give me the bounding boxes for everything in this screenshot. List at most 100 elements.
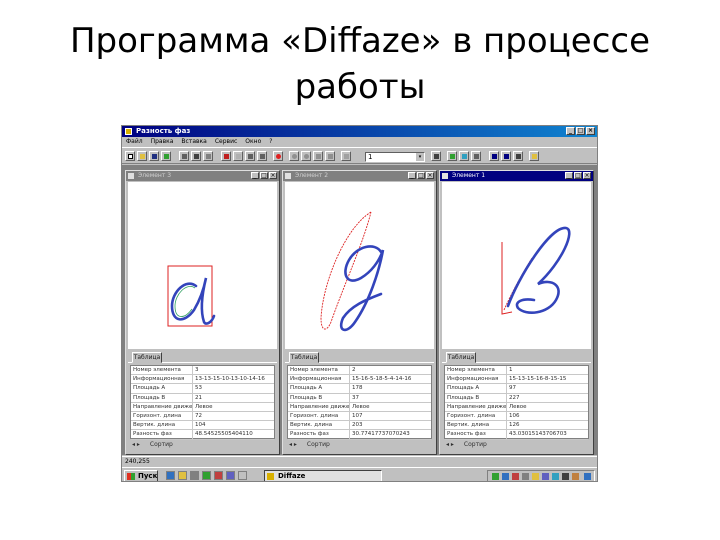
quicklaunch-app-icon[interactable]: [214, 471, 223, 480]
table-row[interactable]: Направление движенияЛевое: [288, 402, 431, 412]
calc-button[interactable]: [431, 151, 441, 161]
undo-button[interactable]: [245, 151, 255, 161]
table-row[interactable]: Номер элемента 1: [445, 366, 588, 376]
letter-canvas-g[interactable]: [285, 182, 434, 349]
tile-button[interactable]: [489, 151, 499, 161]
table-row[interactable]: Разность фаз 30.77417737070243: [288, 430, 431, 440]
navigator-label[interactable]: Сортир: [150, 441, 173, 448]
erase-button[interactable]: [221, 151, 231, 161]
analyze-button[interactable]: [447, 151, 457, 161]
minimize-button[interactable]: _: [566, 127, 575, 135]
tray-icon[interactable]: [552, 473, 559, 480]
close-button[interactable]: ×: [586, 127, 595, 135]
letter-canvas-a[interactable]: [128, 182, 277, 349]
start-button[interactable]: Пуск: [124, 470, 158, 481]
table-row[interactable]: Разность фаз 43.03015143706703: [445, 430, 588, 440]
save-button[interactable]: [149, 151, 159, 161]
table-row[interactable]: Номер элемента 2: [288, 366, 431, 376]
element-window-3-titlebar[interactable]: Элемент 3 _ □ ×: [126, 171, 279, 181]
close-button[interactable]: ×: [269, 172, 277, 179]
table-row[interactable]: Информационная 13-13-15-10-13-10-14-16: [131, 375, 274, 385]
table-row[interactable]: Площадь A 178: [288, 384, 431, 394]
import-button[interactable]: [161, 151, 171, 161]
tray-icon[interactable]: [512, 473, 519, 480]
menu-tools[interactable]: Сервис: [211, 137, 241, 147]
table-row[interactable]: Информационная 15-16-5-18-5-4-14-16: [288, 375, 431, 385]
minimize-button[interactable]: _: [408, 172, 416, 179]
tray-icon[interactable]: [492, 473, 499, 480]
navigator-label[interactable]: Сортир: [307, 441, 330, 448]
zoom-fit-button[interactable]: [313, 151, 323, 161]
menu-window[interactable]: Окно: [241, 137, 265, 147]
quicklaunch-app-icon[interactable]: [202, 471, 211, 480]
table-row[interactable]: Разность фаз 48.54525505404110: [131, 430, 274, 440]
new-file-button[interactable]: [125, 151, 135, 161]
quicklaunch-app-icon[interactable]: [238, 471, 247, 480]
nav-arrows-icon[interactable]: ◂ ▸: [130, 440, 148, 450]
text-button[interactable]: [513, 151, 523, 161]
browser-icon[interactable]: [166, 471, 175, 480]
menu-help[interactable]: ?: [265, 137, 276, 147]
table-row[interactable]: Направление движенияЛевое: [445, 402, 588, 412]
export-button[interactable]: [459, 151, 469, 161]
table-row[interactable]: Направление движенияЛевое: [131, 402, 274, 412]
maximize-button[interactable]: □: [574, 172, 582, 179]
tab-table[interactable]: Таблица: [289, 352, 319, 363]
quicklaunch-app-icon[interactable]: [226, 471, 235, 480]
table-row[interactable]: Площадь A 97: [445, 384, 588, 394]
element-window-2[interactable]: Элемент 2 _ □ × Таблица Номер элемента 2 …: [282, 170, 437, 455]
tab-table[interactable]: Таблица: [132, 352, 162, 363]
table-row[interactable]: Горизонт. длина 72: [131, 411, 274, 422]
scan-button[interactable]: [179, 151, 189, 161]
help-button[interactable]: [529, 151, 539, 161]
redo-button[interactable]: [257, 151, 267, 161]
nav-arrows-icon[interactable]: ◂ ▸: [287, 440, 305, 450]
tray-icon[interactable]: [562, 473, 569, 480]
element-select[interactable]: 1 ▾: [365, 152, 425, 162]
table-row[interactable]: Вертик. длина 126: [445, 421, 588, 431]
table-row[interactable]: Площадь B 227: [445, 393, 588, 403]
zoom-in-button[interactable]: [289, 151, 299, 161]
cascade-button[interactable]: [501, 151, 511, 161]
element-window-2-titlebar[interactable]: Элемент 2 _ □ ×: [283, 171, 436, 181]
close-button[interactable]: ×: [583, 172, 591, 179]
print-button[interactable]: [191, 151, 201, 161]
table-row[interactable]: Номер элемента 3: [131, 366, 274, 376]
open-file-button[interactable]: [137, 151, 147, 161]
element-window-3[interactable]: Элемент 3 _ □ × Таблица Номер элемента3: [125, 170, 280, 455]
tray-icon[interactable]: [584, 473, 591, 480]
minimize-button[interactable]: _: [565, 172, 573, 179]
maximize-button[interactable]: □: [576, 127, 585, 135]
table-row[interactable]: Площадь B 21: [131, 393, 274, 403]
table-row[interactable]: Площадь A 53: [131, 384, 274, 394]
table-row[interactable]: Горизонт. длина 106: [445, 411, 588, 422]
minimize-button[interactable]: _: [251, 172, 259, 179]
element-window-1[interactable]: Элемент 1 _ □ × Таблица Номер элемента1: [439, 170, 594, 455]
navigator-label[interactable]: Сортир: [464, 441, 487, 448]
letter-canvas-v[interactable]: [442, 182, 591, 349]
table-row[interactable]: Информационная 15-13-15-16-8-15-15: [445, 375, 588, 385]
folder-icon[interactable]: [178, 471, 187, 480]
close-button[interactable]: ×: [426, 172, 434, 179]
zoom-window-button[interactable]: [325, 151, 335, 161]
tab-table[interactable]: Таблица: [446, 352, 476, 363]
table-row[interactable]: Вертик. длина 203: [288, 421, 431, 431]
zoom-out-button[interactable]: [301, 151, 311, 161]
tray-icon[interactable]: [532, 473, 539, 480]
stop-button[interactable]: [273, 151, 283, 161]
desktop-icon[interactable]: [190, 471, 199, 480]
menu-file[interactable]: Файл: [122, 137, 147, 147]
preview-button[interactable]: [203, 151, 213, 161]
tray-icon[interactable]: [502, 473, 509, 480]
table-row[interactable]: Площадь B 37: [288, 393, 431, 403]
table-row[interactable]: Горизонт. длина 107: [288, 411, 431, 422]
maximize-button[interactable]: □: [260, 172, 268, 179]
select-button[interactable]: [233, 151, 243, 161]
tray-icon[interactable]: [522, 473, 529, 480]
nav-arrows-icon[interactable]: ◂ ▸: [444, 440, 462, 450]
taskbar-diffaze-button[interactable]: Diffaze: [264, 470, 382, 481]
maximize-button[interactable]: □: [417, 172, 425, 179]
menu-edit[interactable]: Правка: [147, 137, 178, 147]
chevron-down-icon[interactable]: ▾: [416, 153, 424, 161]
menu-insert[interactable]: Вставка: [177, 137, 210, 147]
